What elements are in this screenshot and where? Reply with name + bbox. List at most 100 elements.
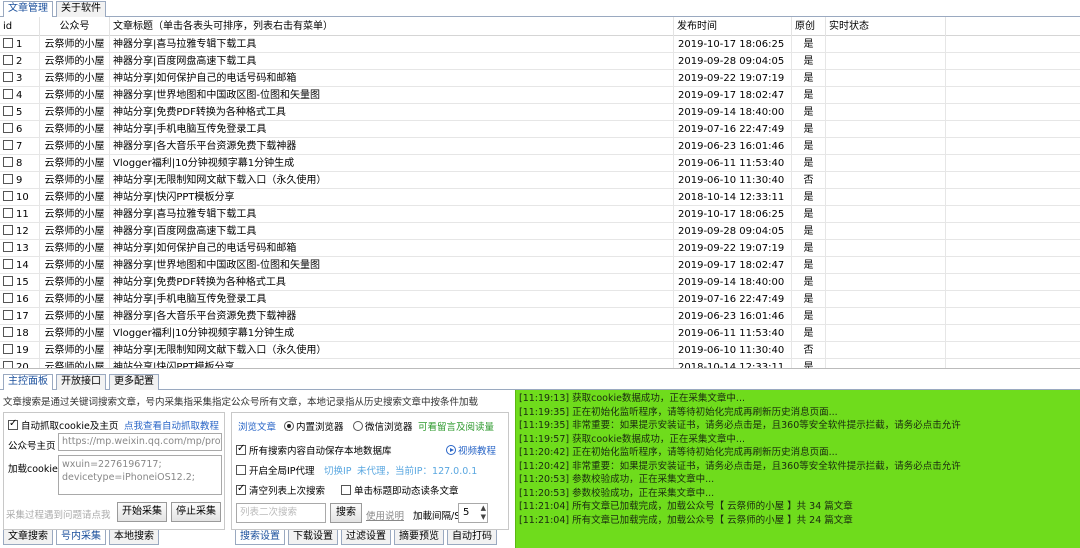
- row-title[interactable]: 神站分享|无限制知网文献下载入口（永久使用）: [110, 342, 674, 359]
- row-checkbox[interactable]: [3, 191, 13, 201]
- row-checkbox[interactable]: [3, 174, 13, 184]
- tab-about-software[interactable]: 关于软件: [56, 1, 106, 17]
- table-row[interactable]: 6 云祭师的小屋 神站分享|手机电脑互传免登录工具 2019-07-16 22:47:…: [0, 121, 1080, 138]
- row-id-cell[interactable]: 15: [0, 274, 40, 291]
- row-checkbox[interactable]: [3, 106, 13, 116]
- table-row[interactable]: 3 云祭师的小屋 神站分享|如何保护自己的电话号码和邮箱 2019-09-22 19:…: [0, 70, 1080, 87]
- row-title[interactable]: Vlogger福利|10分钟视频字幕1分钟生成: [110, 325, 674, 342]
- tab-article-search[interactable]: 文章搜索: [3, 530, 53, 545]
- log-output[interactable]: [11:19:13] 获取cookie数据成功，正在采集文章中... [11:19…: [515, 390, 1080, 548]
- table-row[interactable]: 18 云祭师的小屋 Vlogger福利|10分钟视频字幕1分钟生成 2019-06-1…: [0, 325, 1080, 342]
- video-tutorial-link[interactable]: 视频教程: [446, 443, 496, 457]
- row-id-cell[interactable]: 19: [0, 342, 40, 359]
- row-checkbox[interactable]: [3, 123, 13, 133]
- table-row[interactable]: 8 云祭师的小屋 Vlogger福利|10分钟视频字幕1分钟生成 2019-06-11…: [0, 155, 1080, 172]
- search-button[interactable]: 搜索: [330, 503, 362, 523]
- switch-ip-link[interactable]: 切换IP: [324, 463, 352, 477]
- row-id-cell[interactable]: 17: [0, 308, 40, 325]
- tab-local-search[interactable]: 本地搜索: [109, 530, 159, 545]
- row-title[interactable]: 神器分享|各大音乐平台资源免费下载神器: [110, 138, 674, 155]
- row-id-cell[interactable]: 9: [0, 172, 40, 189]
- table-row[interactable]: 10 云祭师的小屋 神站分享|快闪PPT模板分享 2018-10-14 12:33:1…: [0, 189, 1080, 206]
- row-id-cell[interactable]: 16: [0, 291, 40, 308]
- column-header-status[interactable]: 实时状态: [826, 17, 946, 36]
- row-id-cell[interactable]: 8: [0, 155, 40, 172]
- column-header-id[interactable]: id: [0, 17, 40, 36]
- row-title[interactable]: Vlogger福利|10分钟视频字幕1分钟生成: [110, 155, 674, 172]
- table-row[interactable]: 20 云祭师的小屋 神站分享|快闪PPT模板分享 2018-10-14 12:33:1…: [0, 359, 1080, 368]
- row-checkbox[interactable]: [3, 208, 13, 218]
- row-id-cell[interactable]: 5: [0, 104, 40, 121]
- row-checkbox[interactable]: [3, 72, 13, 82]
- row-title[interactable]: 神站分享|无限制知网文献下载入口（永久使用）: [110, 172, 674, 189]
- table-row[interactable]: 2 云祭师的小屋 神器分享|百度网盘高速下载工具 2019-09-28 09:04:0…: [0, 53, 1080, 70]
- start-collect-button[interactable]: 开始采集: [117, 502, 167, 522]
- usage-link[interactable]: 使用说明: [366, 508, 404, 522]
- global-ip-checkbox[interactable]: 开启全局IP代理: [236, 463, 315, 477]
- row-id-cell[interactable]: 6: [0, 121, 40, 138]
- column-header-publish-time[interactable]: 发布时间: [674, 17, 792, 36]
- list-search-input[interactable]: 列表二次搜索: [236, 503, 326, 523]
- row-checkbox[interactable]: [3, 157, 13, 167]
- tab-auto-captcha[interactable]: 自动打码: [447, 530, 497, 545]
- column-header-original[interactable]: 原创: [792, 17, 826, 36]
- table-row[interactable]: 14 云祭师的小屋 神器分享|世界地图和中国政区图-位图和矢量图 2019-09-17…: [0, 257, 1080, 274]
- row-checkbox[interactable]: [3, 89, 13, 99]
- row-checkbox[interactable]: [3, 293, 13, 303]
- tab-download-settings[interactable]: 下载设置: [288, 530, 338, 545]
- tab-account-collect[interactable]: 号内采集: [56, 530, 106, 545]
- tab-main-panel[interactable]: 主控面板: [3, 374, 53, 391]
- tab-open-api[interactable]: 开放接口: [56, 374, 106, 390]
- row-title[interactable]: 神站分享|免费PDF转换为各种格式工具: [110, 104, 674, 121]
- row-title[interactable]: 神器分享|百度网盘高速下载工具: [110, 53, 674, 70]
- row-checkbox[interactable]: [3, 225, 13, 235]
- homepage-input[interactable]: https://mp.weixin.qq.com/mp/profi: [58, 433, 222, 451]
- row-title[interactable]: 神器分享|百度网盘高速下载工具: [110, 223, 674, 240]
- comments-read-link[interactable]: 可看留言及阅读量: [418, 419, 494, 433]
- row-id-cell[interactable]: 3: [0, 70, 40, 87]
- table-row[interactable]: 12 云祭师的小屋 神器分享|百度网盘高速下载工具 2019-09-28 09:04:…: [0, 223, 1080, 240]
- row-id-cell[interactable]: 18: [0, 325, 40, 342]
- clear-list-checkbox[interactable]: 清空列表上次搜索: [236, 483, 325, 497]
- tab-filter-settings[interactable]: 过滤设置: [341, 530, 391, 545]
- row-checkbox[interactable]: [3, 259, 13, 269]
- table-row[interactable]: 4 云祭师的小屋 神器分享|世界地图和中国政区图-位图和矢量图 2019-09-17 …: [0, 87, 1080, 104]
- row-title[interactable]: 神器分享|世界地图和中国政区图-位图和矢量图: [110, 87, 674, 104]
- table-row[interactable]: 11 云祭师的小屋 神器分享|喜马拉雅专辑下载工具 2019-10-17 18:06:…: [0, 206, 1080, 223]
- row-checkbox[interactable]: [3, 140, 13, 150]
- auto-cookie-tutorial-link[interactable]: 点我查看自动抓取教程: [124, 418, 219, 432]
- row-title[interactable]: 神站分享|如何保护自己的电话号码和邮箱: [110, 70, 674, 87]
- radio-wechat-browser[interactable]: 微信浏览器: [353, 419, 413, 433]
- row-id-cell[interactable]: 11: [0, 206, 40, 223]
- row-id-cell[interactable]: 4: [0, 87, 40, 104]
- cookie-textarea[interactable]: wxuin=2276196717; devicetype=iPhoneiOS12…: [58, 455, 222, 495]
- row-id-cell[interactable]: 20: [0, 359, 40, 368]
- row-title[interactable]: 神站分享|手机电脑互传免登录工具: [110, 291, 674, 308]
- row-id-cell[interactable]: 2: [0, 53, 40, 70]
- tab-summary-preview[interactable]: 摘要预览: [394, 530, 444, 545]
- row-title[interactable]: 神站分享|手机电脑互传免登录工具: [110, 121, 674, 138]
- row-id-cell[interactable]: 12: [0, 223, 40, 240]
- row-title[interactable]: 神器分享|喜马拉雅专辑下载工具: [110, 36, 674, 53]
- tab-more-config[interactable]: 更多配置: [109, 374, 159, 390]
- table-row[interactable]: 13 云祭师的小屋 神站分享|如何保护自己的电话号码和邮箱 2019-09-22 19…: [0, 240, 1080, 257]
- chevron-up-icon[interactable]: ▲: [481, 504, 486, 513]
- row-title[interactable]: 神器分享|各大音乐平台资源免费下载神器: [110, 308, 674, 325]
- row-title[interactable]: 神器分享|喜马拉雅专辑下载工具: [110, 206, 674, 223]
- interval-stepper[interactable]: 5 ▲ ▼: [458, 503, 488, 523]
- row-title[interactable]: 神器分享|世界地图和中国政区图-位图和矢量图: [110, 257, 674, 274]
- auto-save-checkbox[interactable]: 所有搜索内容自动保存本地数据库: [236, 443, 392, 457]
- column-header-title[interactable]: 文章标题（单击各表头可排序，列表右击有菜单）: [110, 17, 674, 36]
- table-row[interactable]: 7 云祭师的小屋 神器分享|各大音乐平台资源免费下载神器 2019-06-23 16:…: [0, 138, 1080, 155]
- stop-collect-button[interactable]: 停止采集: [171, 502, 221, 522]
- row-id-cell[interactable]: 14: [0, 257, 40, 274]
- row-id-cell[interactable]: 13: [0, 240, 40, 257]
- row-checkbox[interactable]: [3, 344, 13, 354]
- row-id-cell[interactable]: 1: [0, 36, 40, 53]
- trouble-link[interactable]: 采集过程遇到问题请点我: [6, 507, 111, 521]
- table-row[interactable]: 17 云祭师的小屋 神器分享|各大音乐平台资源免费下载神器 2019-06-23 16…: [0, 308, 1080, 325]
- row-checkbox[interactable]: [3, 242, 13, 252]
- row-title[interactable]: 神站分享|免费PDF转换为各种格式工具: [110, 274, 674, 291]
- table-row[interactable]: 15 云祭师的小屋 神站分享|免费PDF转换为各种格式工具 2019-09-14 18…: [0, 274, 1080, 291]
- row-title[interactable]: 神站分享|快闪PPT模板分享: [110, 359, 674, 368]
